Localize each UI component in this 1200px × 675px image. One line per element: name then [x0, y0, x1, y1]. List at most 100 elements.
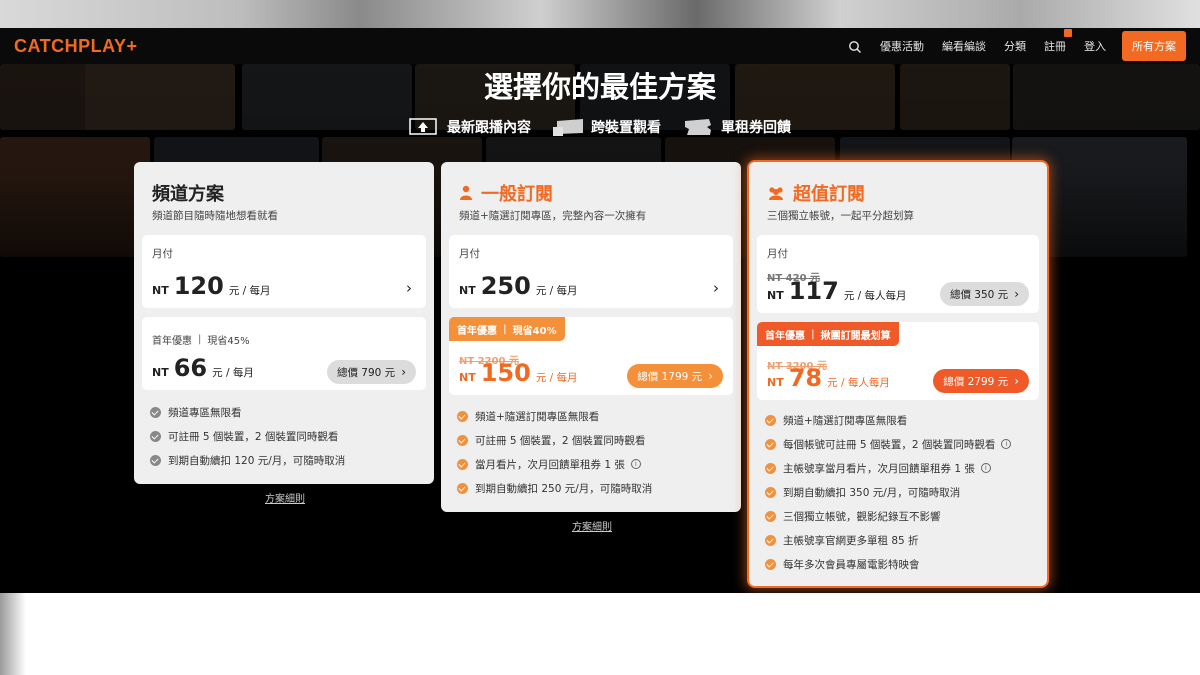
feature-ticket-reward: 單租券回饋 — [683, 117, 791, 137]
plan-card-standard: 一般訂閱 頻道+隨選訂閱專區，完整內容一次擁有 月付 NT 250 元 / 每月… — [441, 162, 741, 512]
price-unit: 元 / 每月 — [228, 285, 271, 297]
check-icon — [765, 462, 776, 474]
monthly-label: 月付 — [459, 248, 480, 260]
badge-separator: | — [503, 323, 507, 335]
currency: NT — [152, 284, 169, 297]
plan-title: 一般訂閱 — [459, 180, 553, 206]
search-icon[interactable] — [848, 39, 862, 53]
app-window: CATCHPLAY+ 優惠活動 編看編談 分類 註冊 登入 所有方案 選擇你的最… — [0, 28, 1200, 593]
check-icon — [150, 406, 161, 418]
page-title: 選擇你的最佳方案 — [483, 70, 716, 104]
monthly-label: 月付 — [767, 248, 788, 260]
badge-savings: 揪團訂閱最划算 — [820, 330, 891, 342]
check-icon — [457, 434, 468, 446]
total-price-button[interactable]: 總價 2799 元 › — [933, 369, 1029, 393]
badge-label: 首年優惠 — [765, 330, 805, 342]
check-icon — [765, 534, 776, 546]
monthly-price-box[interactable]: 月付 NT 420 元 NT 117 元 / 每人每月 總價 350 元 › — [757, 235, 1039, 313]
chevron-right-icon[interactable]: › — [713, 279, 719, 297]
nav-promotions-link[interactable]: 優惠活動 — [880, 38, 924, 54]
currency: NT — [767, 289, 784, 302]
nav-register-link[interactable]: 註冊 — [1044, 29, 1072, 54]
nav-editor-picks-link[interactable]: 編看編談 — [942, 38, 986, 54]
blurred-browser-bar — [0, 0, 1200, 28]
plan-rules-link[interactable]: 方案細則 — [572, 518, 612, 533]
feature-item: 到期自動續扣 350 元/月，可隨時取消 — [765, 480, 1011, 504]
feature-cross-device-label: 跨裝置觀看 — [591, 120, 661, 136]
check-icon — [765, 510, 776, 522]
check-icon — [150, 430, 161, 442]
monthly-price: NT 117 元 / 每人每月 — [767, 277, 907, 305]
catchplay-logo[interactable]: CATCHPLAY+ — [14, 36, 138, 57]
plan-features: 頻道+隨選訂閱專區無限看 可註冊 5 個裝置，2 個裝置同時觀看 當月看片，次月… — [457, 404, 652, 500]
total-price-button[interactable]: 總價 790 元 › — [326, 360, 416, 384]
monthly-price-box[interactable]: 月付 NT 120 元 / 每月 › — [142, 235, 426, 308]
feature-item: 到期自動續扣 120 元/月，可隨時取消 — [150, 448, 345, 472]
plan-features: 頻道+隨選訂閱專區無限看 每個帳號可註冊 5 個裝置，2 個裝置同時觀看 i 主帳… — [765, 408, 1012, 576]
feature-ticket-reward-label: 單租券回饋 — [721, 120, 791, 136]
total-price-label: 總價 2799 元 — [943, 375, 1009, 388]
plan-card-channel: 頻道方案 頻道節目隨時隨地想看就看 月付 NT 120 元 / 每月 › 首年優… — [134, 162, 434, 484]
annual-price-box[interactable]: 首年優惠 | 現省45% NT 66 元 / 每月 總價 790 元 › — [142, 317, 426, 390]
annual-price: NT 66 元 / 每月 — [152, 354, 254, 382]
plan-title: 頻道方案 — [152, 184, 224, 205]
total-price-label: 總價 1799 元 — [637, 370, 703, 383]
annual-price-box[interactable]: 首年優惠 | 揪團訂閱最划算 NT 3200 元 NT 78 元 / 每人每月 總價… — [757, 322, 1039, 400]
feature-item: 頻道+隨選訂閱專區無限看 — [765, 408, 1011, 432]
currency: NT — [459, 371, 476, 384]
chevron-right-icon: › — [1014, 374, 1019, 388]
annual-badge: 首年優惠 | 現省40% — [449, 317, 565, 341]
chevron-right-icon: › — [401, 365, 406, 379]
feature-item: 主帳號享當月看片，次月回饋單租券 1 張i — [765, 456, 1011, 480]
nav-register-label: 註冊 — [1044, 40, 1066, 53]
upload-screen-icon — [409, 117, 437, 137]
plan-rules-link[interactable]: 方案細則 — [265, 490, 305, 505]
chevron-right-icon[interactable]: › — [406, 279, 412, 297]
person-icon — [459, 185, 473, 201]
check-icon — [765, 486, 776, 498]
plan-features: 頻道專區無限看 可註冊 5 個裝置，2 個裝置同時觀看 到期自動續扣 120 元… — [150, 400, 345, 472]
total-price-button[interactable]: 總價 1799 元 › — [627, 364, 723, 388]
devices-icon — [553, 117, 583, 137]
price-unit: 元 / 每人每月 — [827, 377, 890, 389]
monthly-price-box[interactable]: 月付 NT 250 元 / 每月 › — [449, 235, 733, 308]
badge-separator: | — [198, 333, 202, 345]
plan-title-label: 超值訂閱 — [793, 184, 865, 205]
check-icon — [765, 438, 776, 450]
feature-item: 到期自動續扣 250 元/月，可隨時取消 — [457, 476, 652, 500]
price-unit: 元 / 每月 — [535, 372, 578, 384]
info-icon[interactable]: i — [630, 459, 641, 469]
check-icon — [457, 410, 468, 422]
plan-title-label: 一般訂閱 — [481, 184, 553, 205]
nav-categories-link[interactable]: 分類 — [1004, 38, 1026, 54]
all-plans-button[interactable]: 所有方案 — [1122, 31, 1186, 61]
annual-price: NT 150 元 / 每月 — [459, 359, 578, 387]
info-icon[interactable]: i — [1001, 439, 1012, 449]
plan-card-premium: 超值訂閱 三個獨立帳號，一起平分超划算 月付 NT 420 元 NT 117 元… — [749, 162, 1047, 586]
nav-login-link[interactable]: 登入 — [1084, 38, 1106, 54]
annual-price-box[interactable]: 首年優惠 | 現省40% NT 2200 元 NT 150 元 / 每月 總價 17… — [449, 317, 733, 395]
price-amount: 78 — [788, 364, 823, 392]
total-price-button[interactable]: 總價 350 元 › — [939, 282, 1029, 306]
info-icon[interactable]: i — [980, 463, 991, 473]
total-price-label: 總價 350 元 — [949, 288, 1009, 301]
price-unit: 元 / 每月 — [535, 285, 578, 297]
badge-savings: 現省45% — [207, 335, 250, 347]
feature-cross-device: 跨裝置觀看 — [553, 117, 661, 137]
feature-highlights: 最新跟播內容 跨裝置觀看 單租券回饋 — [0, 117, 1200, 137]
annual-badge: 首年優惠 | 現省45% — [144, 327, 258, 351]
gift-icon — [1064, 29, 1072, 37]
price-amount: 117 — [788, 277, 839, 305]
check-icon — [765, 414, 776, 426]
check-icon — [457, 458, 468, 470]
price-amount: 250 — [480, 272, 531, 300]
plan-title: 超值訂閱 — [767, 180, 865, 206]
price-unit: 元 / 每月 — [212, 367, 254, 379]
feature-item: 每年多次會員專屬電影特映會 — [765, 552, 1011, 576]
badge-separator: | — [811, 328, 815, 340]
monthly-price: NT 120 元 / 每月 — [152, 272, 271, 300]
group-icon — [767, 185, 785, 201]
chevron-right-icon: › — [1014, 287, 1019, 301]
nav-menu: 優惠活動 編看編談 分類 註冊 登入 所有方案 — [848, 29, 1186, 61]
price-unit: 元 / 每人每月 — [843, 290, 907, 302]
